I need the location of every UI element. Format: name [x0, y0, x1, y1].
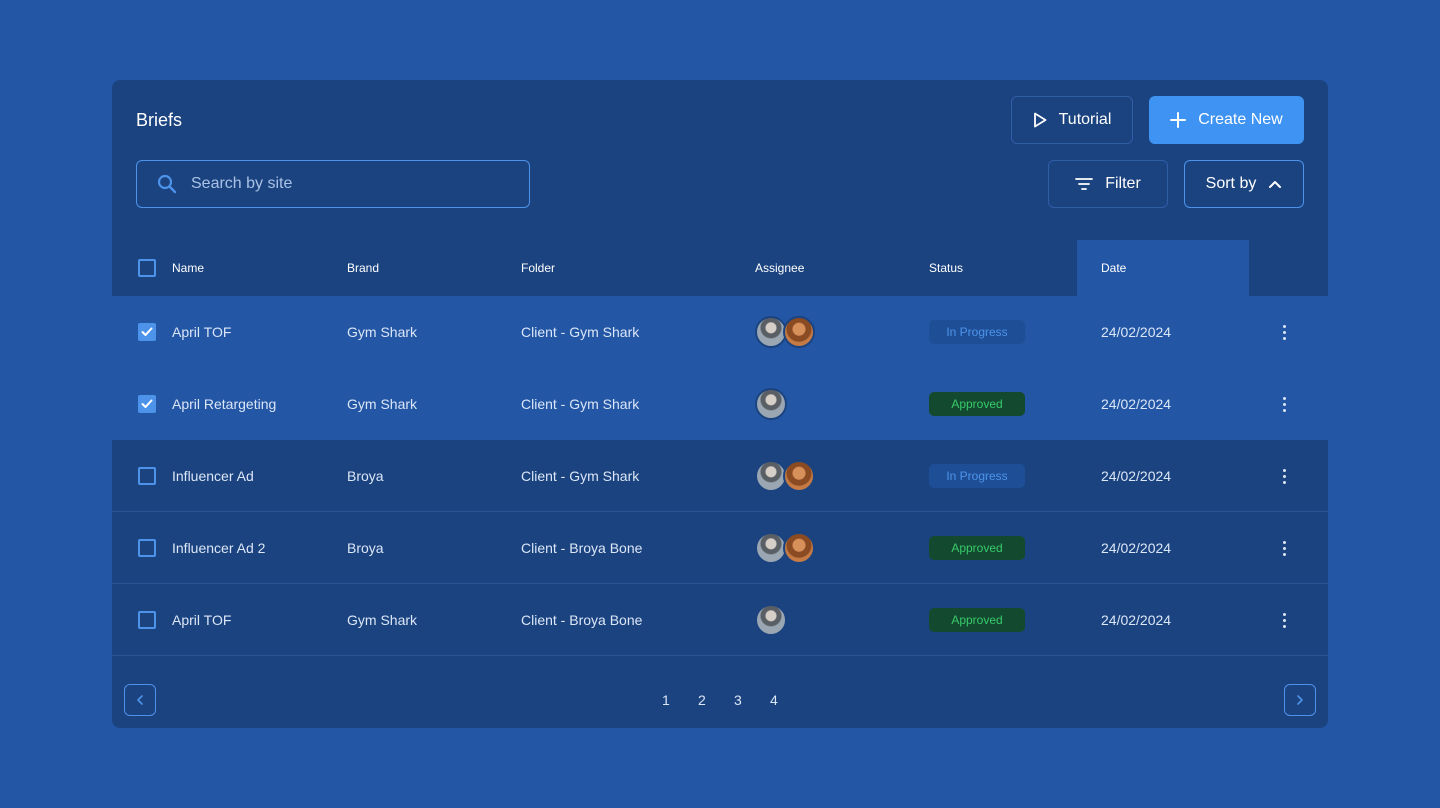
briefs-panel: Briefs Tutorial Create New Filter Sort b… — [112, 80, 1328, 728]
plus-icon — [1170, 112, 1187, 128]
chevron-up-icon — [1269, 181, 1282, 188]
sort-by-button[interactable]: Sort by — [1184, 160, 1304, 208]
column-header-folder[interactable]: Folder — [521, 261, 555, 275]
search-field[interactable] — [136, 160, 530, 208]
column-header-date[interactable]: Date — [1101, 261, 1126, 275]
status-badge: Approved — [929, 608, 1025, 632]
row-checkbox[interactable] — [138, 323, 156, 341]
assignee-avatar[interactable] — [783, 532, 815, 564]
row-date: 24/02/2024 — [1101, 540, 1172, 556]
row-brand: Gym Shark — [347, 324, 418, 340]
row-name[interactable]: April Retargeting — [172, 396, 276, 412]
table-row[interactable]: April TOF Gym Shark Client - Gym Shark In P… — [112, 296, 1328, 368]
table-header: Name Brand Folder Assignee Status Date — [112, 240, 1328, 296]
column-header-name[interactable]: Name — [172, 261, 204, 275]
chevron-right-icon — [1297, 695, 1303, 705]
filter-icon — [1075, 178, 1094, 190]
column-header-status[interactable]: Status — [929, 261, 963, 275]
page-4-link[interactable]: 4 — [770, 692, 778, 708]
row-brand: Broya — [347, 468, 384, 484]
status-badge: In Progress — [929, 464, 1025, 488]
kebab-menu-icon[interactable] — [1274, 466, 1294, 486]
status-badge: Approved — [929, 392, 1025, 416]
row-folder: Client - Broya Bone — [521, 540, 643, 556]
assignee-avatar[interactable] — [755, 604, 787, 636]
kebab-menu-icon[interactable] — [1274, 538, 1294, 558]
assignee-avatar[interactable] — [755, 388, 787, 420]
previous-page-button[interactable] — [124, 684, 156, 716]
row-date: 24/02/2024 — [1101, 468, 1172, 484]
create-new-button[interactable]: Create New — [1149, 96, 1304, 144]
page-3-link[interactable]: 3 — [734, 692, 742, 708]
column-header-assignee[interactable]: Assignee — [755, 261, 804, 275]
row-date: 24/02/2024 — [1101, 396, 1172, 412]
row-name[interactable]: Influencer Ad — [172, 468, 254, 484]
table-row[interactable]: Influencer Ad 2 Broya Client - Broya Bone A… — [112, 512, 1328, 584]
row-date: 24/02/2024 — [1101, 612, 1172, 628]
page-1-link[interactable]: 1 — [662, 692, 670, 708]
column-header-brand[interactable]: Brand — [347, 261, 379, 275]
row-name[interactable]: Influencer Ad 2 — [172, 540, 265, 556]
table-row[interactable]: April Retargeting Gym Shark Client - Gym S… — [112, 368, 1328, 440]
row-checkbox[interactable] — [138, 395, 156, 413]
filter-label: Filter — [1105, 175, 1141, 192]
kebab-menu-icon[interactable] — [1274, 322, 1294, 342]
tutorial-label: Tutorial — [1058, 111, 1112, 128]
create-new-label: Create New — [1198, 111, 1283, 128]
page-title: Briefs — [136, 110, 183, 130]
next-page-button[interactable] — [1284, 684, 1316, 716]
tutorial-button[interactable]: Tutorial — [1011, 96, 1133, 144]
row-folder: Client - Gym Shark — [521, 396, 640, 412]
row-checkbox[interactable] — [138, 467, 156, 485]
row-date: 24/02/2024 — [1101, 324, 1172, 340]
row-folder: Client - Broya Bone — [521, 612, 643, 628]
status-badge: In Progress — [929, 320, 1025, 344]
sort-by-label: Sort by — [1205, 175, 1257, 192]
kebab-menu-icon[interactable] — [1274, 394, 1294, 414]
assignee-avatar[interactable] — [783, 460, 815, 492]
row-name[interactable]: April TOF — [172, 324, 231, 340]
row-checkbox[interactable] — [138, 611, 156, 629]
row-folder: Client - Gym Shark — [521, 324, 640, 340]
search-icon — [157, 174, 177, 194]
page-2-link[interactable]: 2 — [698, 692, 706, 708]
kebab-menu-icon[interactable] — [1274, 610, 1294, 630]
search-input[interactable] — [191, 175, 491, 193]
row-brand: Broya — [347, 540, 384, 556]
table-row[interactable]: April TOF Gym Shark Client - Broya Bone App… — [112, 584, 1328, 656]
row-brand: Gym Shark — [347, 612, 418, 628]
table-row[interactable]: Influencer Ad Broya Client - Gym Shark In P… — [112, 440, 1328, 512]
row-name[interactable]: April TOF — [172, 612, 231, 628]
play-icon — [1033, 112, 1047, 128]
row-brand: Gym Shark — [347, 396, 418, 412]
select-all-checkbox[interactable] — [138, 259, 156, 277]
assignee-avatar[interactable] — [783, 316, 815, 348]
row-folder: Client - Gym Shark — [521, 468, 640, 484]
row-checkbox[interactable] — [138, 539, 156, 557]
filter-button[interactable]: Filter — [1048, 160, 1168, 208]
status-badge: Approved — [929, 536, 1025, 560]
chevron-left-icon — [137, 695, 143, 705]
